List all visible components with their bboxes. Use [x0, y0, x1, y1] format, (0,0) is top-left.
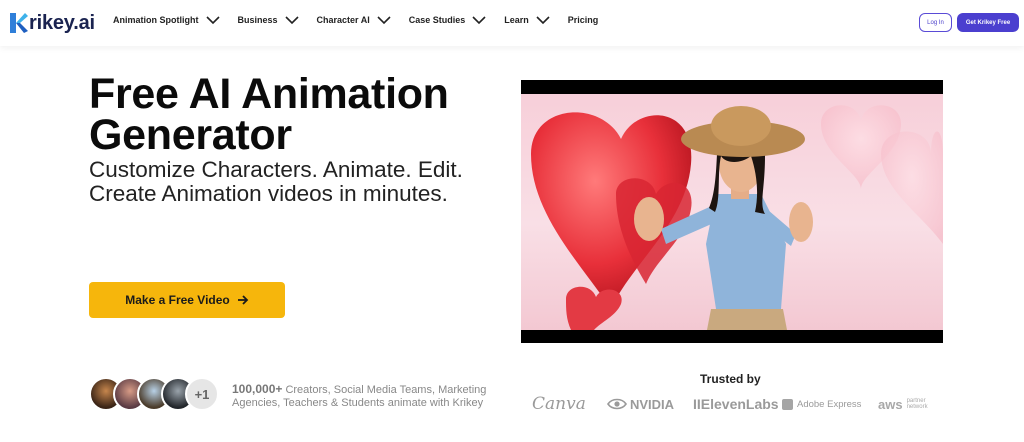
arrow-right-icon — [237, 295, 249, 305]
social-proof-text: 100,000+ Creators, Social Media Teams, M… — [232, 383, 512, 410]
get-krikey-free-button[interactable]: Get Krikey Free — [957, 13, 1019, 32]
hero-title-line2: Generator — [89, 111, 292, 159]
menu-animation-spotlight[interactable]: Animation Spotlight — [113, 15, 220, 25]
chevron-down-icon — [284, 16, 299, 25]
adobe-express-logo: Adobe Express — [782, 393, 861, 415]
aws-partner-logo: aws partner network — [878, 396, 928, 412]
chevron-down-icon — [536, 16, 550, 25]
menu-business[interactable]: Business — [238, 15, 299, 25]
trusted-brands: Canva NVIDIA IIElevenLabs Adobe Express … — [532, 393, 942, 415]
hero-subtitle: Customize Characters. Animate. Edit. Cre… — [89, 158, 519, 206]
menu-label: Learn — [504, 15, 529, 25]
hero-title: Free AI Animation Generator — [89, 73, 509, 159]
nvidia-eye-icon — [607, 398, 627, 410]
hero-subtitle-line2: Create Animation videos in minutes. — [89, 181, 448, 206]
chevron-down-icon — [205, 16, 220, 25]
krikey-logo[interactable]: rikey.ai — [8, 11, 95, 35]
make-free-video-button[interactable]: Make a Free Video — [89, 282, 285, 318]
cta-label: Make a Free Video — [125, 293, 230, 307]
chevron-down-icon — [472, 16, 486, 25]
menu-learn[interactable]: Learn — [504, 15, 550, 25]
menu-pricing[interactable]: Pricing — [568, 15, 599, 25]
menu-label: Animation Spotlight — [113, 15, 199, 25]
more-avatars-badge: +1 — [185, 377, 219, 411]
logo-text: rikey.ai — [29, 11, 95, 34]
video-frame — [521, 94, 943, 330]
hero-video[interactable] — [521, 80, 943, 343]
menu-label: Character AI — [316, 15, 370, 25]
chevron-down-icon — [377, 16, 391, 25]
trusted-by-label: Trusted by — [700, 372, 761, 386]
creator-count: 100,000+ — [232, 382, 283, 396]
menu-label: Case Studies — [408, 15, 466, 25]
menu-label: Business — [237, 15, 278, 25]
elevenlabs-logo: IIElevenLabs — [693, 396, 779, 412]
main-menu: Animation Spotlight Business Character A… — [113, 15, 616, 25]
adobe-icon — [782, 398, 793, 410]
animated-character-illustration — [531, 105, 943, 330]
login-button[interactable]: Log In — [919, 13, 952, 32]
hero-subtitle-line1: Customize Characters. Animate. Edit. — [89, 157, 463, 182]
nvidia-logo: NVIDIA — [607, 393, 674, 415]
top-navigation: rikey.ai Animation Spotlight Business Ch… — [0, 0, 1024, 46]
menu-character-ai[interactable]: Character AI — [317, 15, 391, 25]
menu-case-studies[interactable]: Case Studies — [409, 15, 487, 25]
canva-logo: Canva — [532, 394, 586, 414]
menu-label: Pricing — [567, 15, 599, 25]
krikey-k-icon — [10, 13, 28, 33]
